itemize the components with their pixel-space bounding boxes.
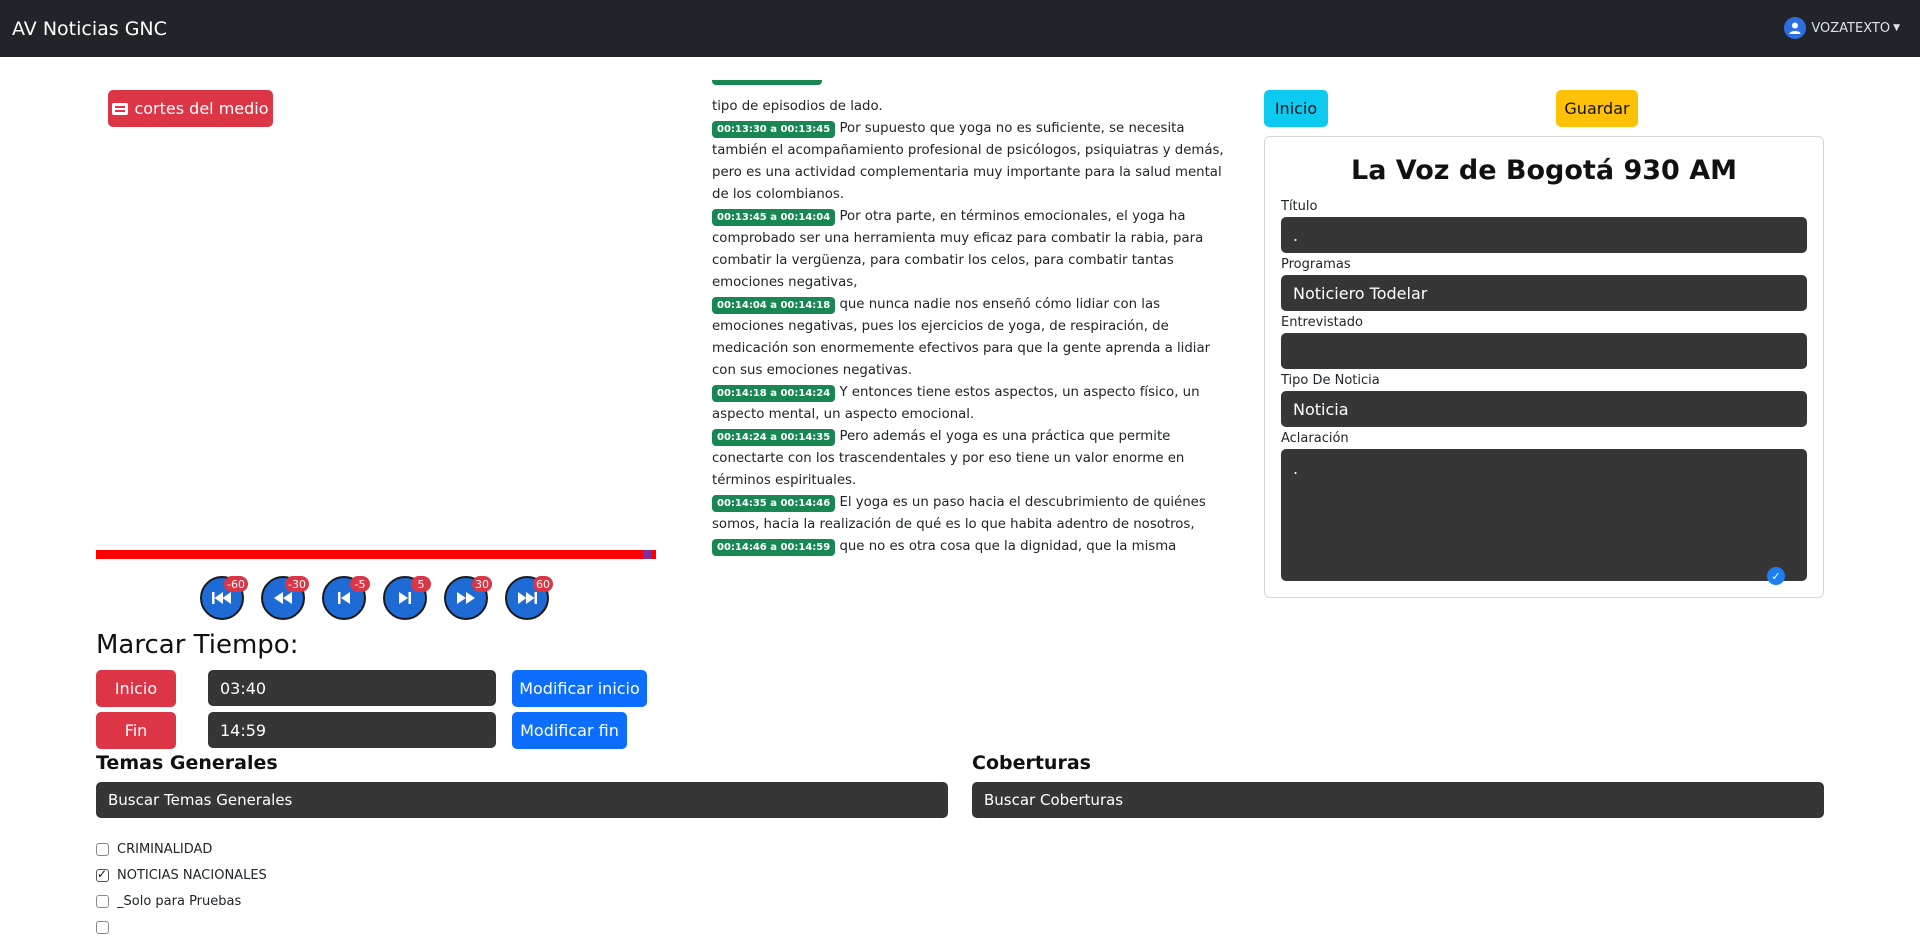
checkbox[interactable] [96,842,109,856]
timestamp-badge[interactable]: 00:13:45 a 00:14:04 [712,209,836,226]
step-back-icon [338,592,350,604]
chevron-down-icon: ▼ [1893,23,1900,33]
skip-badge: -60 [224,576,248,592]
marcar-fin-button[interactable]: Fin [96,712,176,749]
programas-label: Programas [1281,257,1351,272]
transcript-segment: 00:13:30 a 00:13:45 Por supuesto que yog… [712,118,1227,206]
rewind-icon [274,592,292,604]
skip-badge: -30 [285,576,309,592]
skip-back-60-button[interactable]: -60 [200,576,248,620]
step-forward-5-button[interactable]: 5 [383,576,431,620]
skip-badge: 60 [533,576,553,592]
step-forward-icon [399,592,411,604]
skip-badge: 5 [411,576,431,592]
temas-generales-title: Temas Generales [96,752,278,774]
skip-badge: 30 [472,576,492,592]
temas-search-input[interactable]: Buscar Temas Generales [96,782,948,818]
fast-forward-icon [457,592,475,604]
rewind-30-button[interactable]: -30 [261,576,309,620]
list-item[interactable]: NOTICIAS NACIONALES [96,862,267,888]
aclaracion-label: Aclaración [1281,431,1349,446]
skip-back-icon [212,592,231,604]
checkbox-label: NOTICIAS NACIONALES [117,867,267,883]
entrevistado-field[interactable] [1281,333,1807,369]
timestamp-badge[interactable]: 00:14:35 a 00:14:46 [712,495,836,512]
inicio-time-input[interactable]: 03:40 [208,670,496,706]
audio-progress-bar[interactable] [96,550,656,559]
modificar-fin-button[interactable]: Modificar fin [512,712,627,749]
timestamp-badge[interactable]: 00:14:24 a 00:14:35 [712,429,836,446]
skip-forward-60-button[interactable]: 60 [505,576,553,620]
progress-marker[interactable] [643,550,651,559]
temas-checklist: CRIMINALIDAD NOTICIAS NACIONALES _Solo p… [96,836,267,940]
news-form-card: La Voz de Bogotá 930 AM Título . Program… [1264,136,1824,598]
aclaracion-textarea[interactable]: . [1281,449,1807,581]
entrevistado-label: Entrevistado [1281,315,1363,330]
marcar-inicio-button[interactable]: Inicio [96,670,176,707]
transcript-segment: 00:14:04 a 00:14:18 que nunca nadie nos … [712,294,1227,382]
station-title: La Voz de Bogotá 930 AM [1350,155,1737,186]
skip-forward-icon [518,592,537,604]
titulo-field[interactable]: . [1281,217,1807,253]
fast-forward-30-button[interactable]: 30 [444,576,492,620]
skip-badge: -5 [350,576,370,592]
timestamp-badge[interactable]: 00:14:46 a 00:14:59 [712,539,836,556]
tipo-noticia-select[interactable]: Noticia [1281,391,1807,427]
top-navbar: AV Noticias GNC VOZATEXTO ▼ [0,0,1920,57]
closed-captions-icon [112,102,129,115]
coberturas-title: Coberturas [972,752,1091,774]
coberturas-search-input[interactable]: Buscar Coberturas [972,782,1824,818]
check-circle-icon: ✓ [1767,567,1785,585]
checkbox[interactable] [96,894,109,908]
brand-title[interactable]: AV Noticias GNC [12,18,167,40]
titulo-label: Título [1281,199,1318,214]
marcar-tiempo-title: Marcar Tiempo: [96,630,299,660]
modificar-inicio-button[interactable]: Modificar inicio [512,670,647,707]
user-menu[interactable]: VOZATEXTO ▼ [1784,17,1900,39]
transcript-segment: 00:13:45 a 00:14:04 Por otra parte, en t… [712,206,1227,294]
timestamp-badge[interactable]: 00:13:30 a 00:13:45 [712,121,836,138]
user-name: VOZATEXTO [1811,20,1891,36]
checkbox[interactable] [96,867,109,882]
tipo-noticia-label: Tipo De Noticia [1281,373,1380,388]
list-item[interactable]: CRIMINALIDAD [96,836,267,862]
transcript-panel[interactable]: tipo de episodios de lado. 00:13:30 a 00… [712,80,1227,560]
guardar-button[interactable]: Guardar [1556,90,1638,127]
transcript-segment: 00:14:18 a 00:14:24 Y entonces tiene est… [712,382,1227,426]
checkbox-label: CRIMINALIDAD [117,841,213,857]
transcript-segment: 00:14:46 a 00:14:59 que no es otra cosa … [712,536,1227,560]
user-avatar-icon [1784,17,1807,39]
step-back-5-button[interactable]: -5 [322,576,370,620]
checkbox[interactable] [96,920,109,934]
transcript-segment: 00:14:35 a 00:14:46 El yoga es un paso h… [712,492,1227,536]
timestamp-badge[interactable]: 00:14:04 a 00:14:18 [712,297,836,314]
list-item[interactable]: _Solo para Pruebas [96,888,267,914]
programas-select[interactable]: Noticiero Todelar [1281,275,1807,311]
fin-time-input[interactable]: 14:59 [208,712,496,748]
inicio-button[interactable]: Inicio [1264,90,1328,127]
cortes-del-medio-button[interactable]: cortes del medio [108,90,273,127]
cortes-button-label: cortes del medio [134,99,269,118]
timestamp-badge[interactable]: 00:14:18 a 00:14:24 [712,385,836,402]
checkbox-label: _Solo para Pruebas [117,893,242,909]
transcript-segment: 00:14:24 a 00:14:35 Pero además el yoga … [712,426,1227,492]
timestamp-badge[interactable] [712,80,822,85]
list-item[interactable] [96,914,267,940]
transcript-lead: tipo de episodios de lado. [712,99,883,114]
